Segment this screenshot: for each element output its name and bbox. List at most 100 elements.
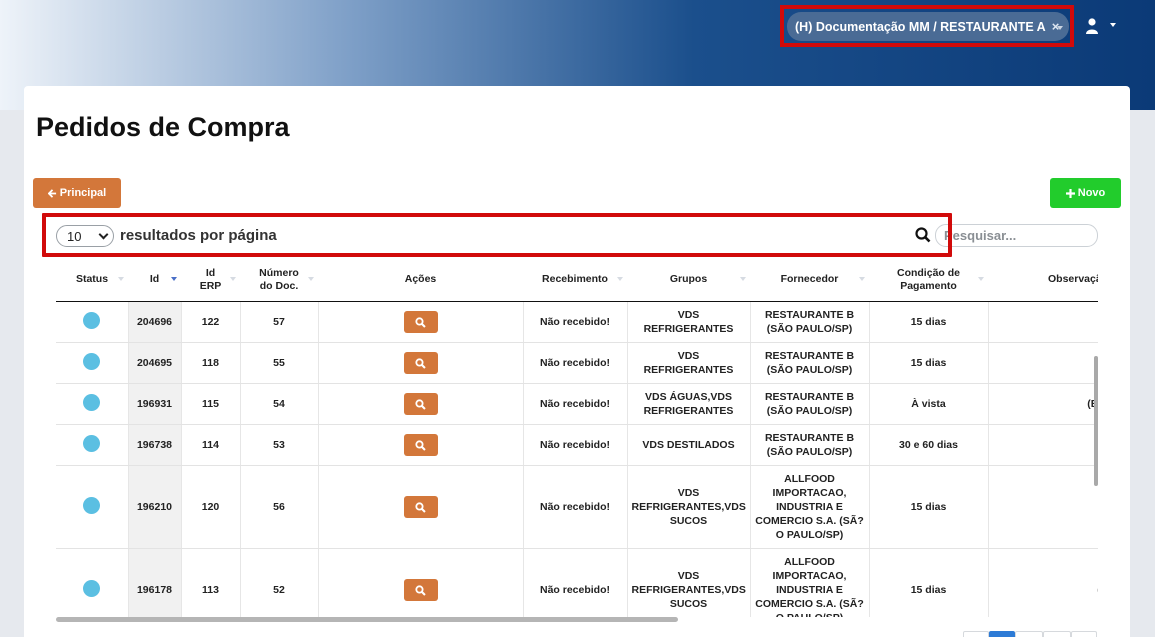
status-indicator-icon <box>83 579 101 597</box>
view-order-button[interactable] <box>403 352 438 374</box>
observacao-cell: (B1Food: 196178) 1 <box>988 548 1098 617</box>
pagination-previous[interactable] <box>963 631 989 637</box>
observacao-cell: (B1Food: 196931) CO <box>988 383 1098 425</box>
condicao-cell: 15 dias <box>869 342 989 384</box>
new-order-button[interactable]: Novo <box>1050 178 1121 208</box>
table-row[interactable]: 196738 114 53 Não recebido! VDS DESTILADOS RE… <box>56 424 1098 466</box>
acoes-cell <box>318 424 524 466</box>
status-indicator-icon <box>83 352 101 370</box>
view-order-button[interactable] <box>403 434 438 456</box>
sort-icon <box>230 277 236 281</box>
acoes-cell <box>318 301 524 343</box>
column-header-acoes: Ações <box>318 258 523 302</box>
condicao-cell: 15 dias <box>869 301 989 343</box>
view-order-button[interactable] <box>403 579 438 601</box>
column-header-status[interactable]: Status <box>56 258 128 302</box>
view-order-button[interactable] <box>403 496 438 518</box>
highlight-box-store-selector <box>780 5 1074 47</box>
recebimento-cell: Não recebido! <box>523 548 628 617</box>
fornecedor-cell: ALLFOOD IMPORTACAO, INDUSTRIA E COMERCIO… <box>750 548 870 617</box>
horizontal-scrollbar[interactable] <box>56 617 678 622</box>
acoes-cell <box>318 548 524 617</box>
search-icon <box>415 584 426 596</box>
id-erp-cell: 113 <box>181 548 241 617</box>
condicao-cell: 15 dias <box>869 548 989 617</box>
fornecedor-cell: RESTAURANTE B (SÃO PAULO/SP) <box>750 301 870 343</box>
numero-doc-cell: 55 <box>240 342 319 384</box>
status-cell <box>56 301 129 343</box>
page-title: Pedidos de Compra <box>36 112 290 142</box>
column-header-recebimento[interactable]: Recebimento <box>523 258 627 302</box>
search-icon <box>415 316 426 328</box>
observacao-cell: (B1Food: 2 <box>988 301 1098 343</box>
column-header-id-erp[interactable]: Id ERP <box>181 258 240 302</box>
sort-icon <box>617 277 623 281</box>
status-indicator-icon <box>83 393 101 411</box>
search-icon <box>415 357 426 369</box>
status-cell <box>56 424 129 466</box>
table-row[interactable]: 196178 113 52 Não recebido! VDS REFRIGERANTE… <box>56 548 1098 617</box>
status-indicator-icon <box>83 496 101 514</box>
table-row[interactable]: 196931 115 54 Não recebido! VDS ÁGUAS,VDS RE… <box>56 383 1098 425</box>
id-erp-cell: 122 <box>181 301 241 343</box>
search-icon <box>415 439 426 451</box>
id-erp-cell: 118 <box>181 342 241 384</box>
status-indicator-icon <box>83 311 101 329</box>
table-row[interactable]: 204695 118 55 Não recebido! VDS REFRIGERANTE… <box>56 342 1098 384</box>
orders-table-body: 204696 122 57 Não recebido! VDS REFRIGERANTE… <box>56 301 1098 617</box>
pagination-page-2[interactable] <box>1015 631 1043 637</box>
fornecedor-cell: RESTAURANTE B (SÃO PAULO/SP) <box>750 383 870 425</box>
status-cell <box>56 548 129 617</box>
numero-doc-cell: 53 <box>240 424 319 466</box>
grupos-cell: VDS ÁGUAS,VDS REFRIGERANTES <box>627 383 751 425</box>
table-row[interactable]: 204696 122 57 Não recebido! VDS REFRIGERANTE… <box>56 301 1098 343</box>
search-icon <box>415 501 426 513</box>
status-cell <box>56 342 129 384</box>
status-indicator-icon <box>83 434 101 452</box>
orders-table: Status Id Id ERP Número do Doc. Ações Re… <box>56 258 1098 617</box>
id-erp-cell: 114 <box>181 424 241 466</box>
column-header-numero-doc[interactable]: Número do Doc. <box>240 258 318 302</box>
id-cell: 196931 <box>128 383 182 425</box>
search-input[interactable] <box>935 224 1098 247</box>
column-header-fornecedor[interactable]: Fornecedor <box>750 258 869 302</box>
back-principal-button[interactable]: Principal <box>33 178 121 208</box>
column-header-condicao[interactable]: Condição de Pagamento <box>869 258 988 302</box>
view-order-button[interactable] <box>403 311 438 333</box>
back-principal-label: Principal <box>59 187 107 199</box>
vertical-scrollbar[interactable] <box>1094 356 1098 486</box>
recebimento-cell: Não recebido! <box>523 301 628 343</box>
pagination-page-3[interactable] <box>1043 631 1071 637</box>
plus-icon <box>1065 188 1075 198</box>
sort-icon <box>308 277 314 281</box>
user-menu-chevron-icon[interactable] <box>1110 23 1116 27</box>
column-header-observacao[interactable]: Observação <box>988 258 1098 302</box>
table-row[interactable]: 196210 120 56 Não recebido! VDS REFRIGERANTE… <box>56 465 1098 549</box>
pagination-page-1[interactable] <box>989 631 1015 637</box>
column-header-grupos[interactable]: Grupos <box>627 258 750 302</box>
grupos-cell: VDS REFRIGERANTES <box>627 342 751 384</box>
id-erp-cell: 115 <box>181 383 241 425</box>
numero-doc-cell: 52 <box>240 548 319 617</box>
id-cell: 204695 <box>128 342 182 384</box>
column-header-id[interactable]: Id <box>128 258 181 302</box>
fornecedor-cell: RESTAURANTE B (SÃO PAULO/SP) <box>750 424 870 466</box>
acoes-cell <box>318 342 524 384</box>
pagination-next[interactable] <box>1071 631 1097 637</box>
view-order-button[interactable] <box>403 393 438 415</box>
grupos-cell: VDS REFRIGERANTES,VDS SUCOS <box>627 548 751 617</box>
id-cell: 204696 <box>128 301 182 343</box>
status-cell <box>56 383 129 425</box>
user-icon[interactable] <box>1086 18 1098 34</box>
id-cell: 196738 <box>128 424 182 466</box>
search-icon <box>415 398 426 410</box>
acoes-cell <box>318 465 524 549</box>
fornecedor-cell: ALLFOOD IMPORTACAO, INDUSTRIA E COMERCIO… <box>750 465 870 549</box>
sort-icon <box>859 277 865 281</box>
arrow-left-icon <box>47 188 56 198</box>
orders-table-container[interactable]: Status Id Id ERP Número do Doc. Ações Re… <box>56 258 1098 617</box>
condicao-cell: 15 dias <box>869 465 989 549</box>
grupos-cell: VDS REFRIGERANTES <box>627 301 751 343</box>
status-cell <box>56 465 129 549</box>
recebimento-cell: Não recebido! <box>523 465 628 549</box>
